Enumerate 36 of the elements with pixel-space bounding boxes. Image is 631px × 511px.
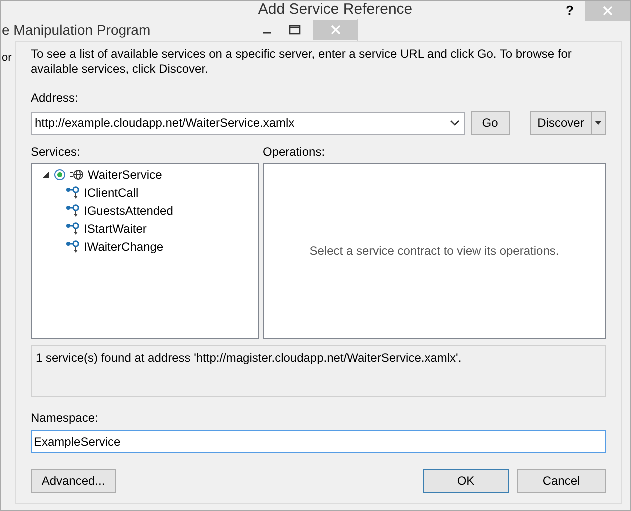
close-icon xyxy=(602,6,612,16)
background-window-title: e Manipulation Program xyxy=(2,20,152,40)
services-tree[interactable]: WaiterService IClientCall IGuestsAttended IStartWaiter IWaiterChange xyxy=(31,163,259,339)
caret-icon xyxy=(595,121,602,125)
background-window-text: or xyxy=(2,51,12,66)
namespace-label: Namespace: xyxy=(31,410,100,427)
services-label: Services: xyxy=(31,144,82,161)
tree-item[interactable]: IGuestsAttended xyxy=(84,202,174,220)
operations-list[interactable]: Select a service contract to view its operations. xyxy=(263,163,606,339)
maximize-icon[interactable] xyxy=(289,25,301,35)
address-label: Address: xyxy=(31,90,80,107)
interface-icon xyxy=(66,240,80,254)
tree-item[interactable]: IClientCall xyxy=(84,184,139,202)
cancel-button[interactable]: Cancel xyxy=(517,469,606,493)
status-text: 1 service(s) found at address 'http://magister.cloudapp.net/WaiterService.xamlx'. xyxy=(36,351,462,365)
advanced-button[interactable]: Advanced... xyxy=(31,469,116,493)
address-combobox[interactable]: http://example.cloudapp.net/WaiterService.xamlx xyxy=(31,112,465,134)
help-button[interactable]: ? xyxy=(555,1,585,21)
service-status-icon xyxy=(54,169,66,181)
expand-arrow-icon[interactable] xyxy=(42,171,50,179)
operations-hint: Select a service contract to view its operations. xyxy=(310,243,560,260)
interface-icon xyxy=(66,186,80,200)
globe-icon xyxy=(70,169,84,181)
tree-item[interactable]: WaiterService xyxy=(88,166,162,184)
tree-item[interactable]: IWaiterChange xyxy=(84,238,164,256)
operations-label: Operations: xyxy=(263,144,326,161)
tree-item[interactable]: IStartWaiter xyxy=(84,220,147,238)
window-title: Add Service Reference xyxy=(257,1,413,18)
interface-icon xyxy=(66,204,80,218)
discover-dropdown-button[interactable] xyxy=(591,112,605,134)
ok-button[interactable]: OK xyxy=(423,469,509,493)
interface-icon xyxy=(66,222,80,236)
go-button[interactable]: Go xyxy=(470,111,510,135)
namespace-field[interactable]: ExampleService xyxy=(31,430,606,453)
instructions-text: To see a list of available services on a specific server, enter a service URL and click Go. To browse for available services, click Discover. xyxy=(31,47,573,77)
close-icon xyxy=(330,25,340,35)
